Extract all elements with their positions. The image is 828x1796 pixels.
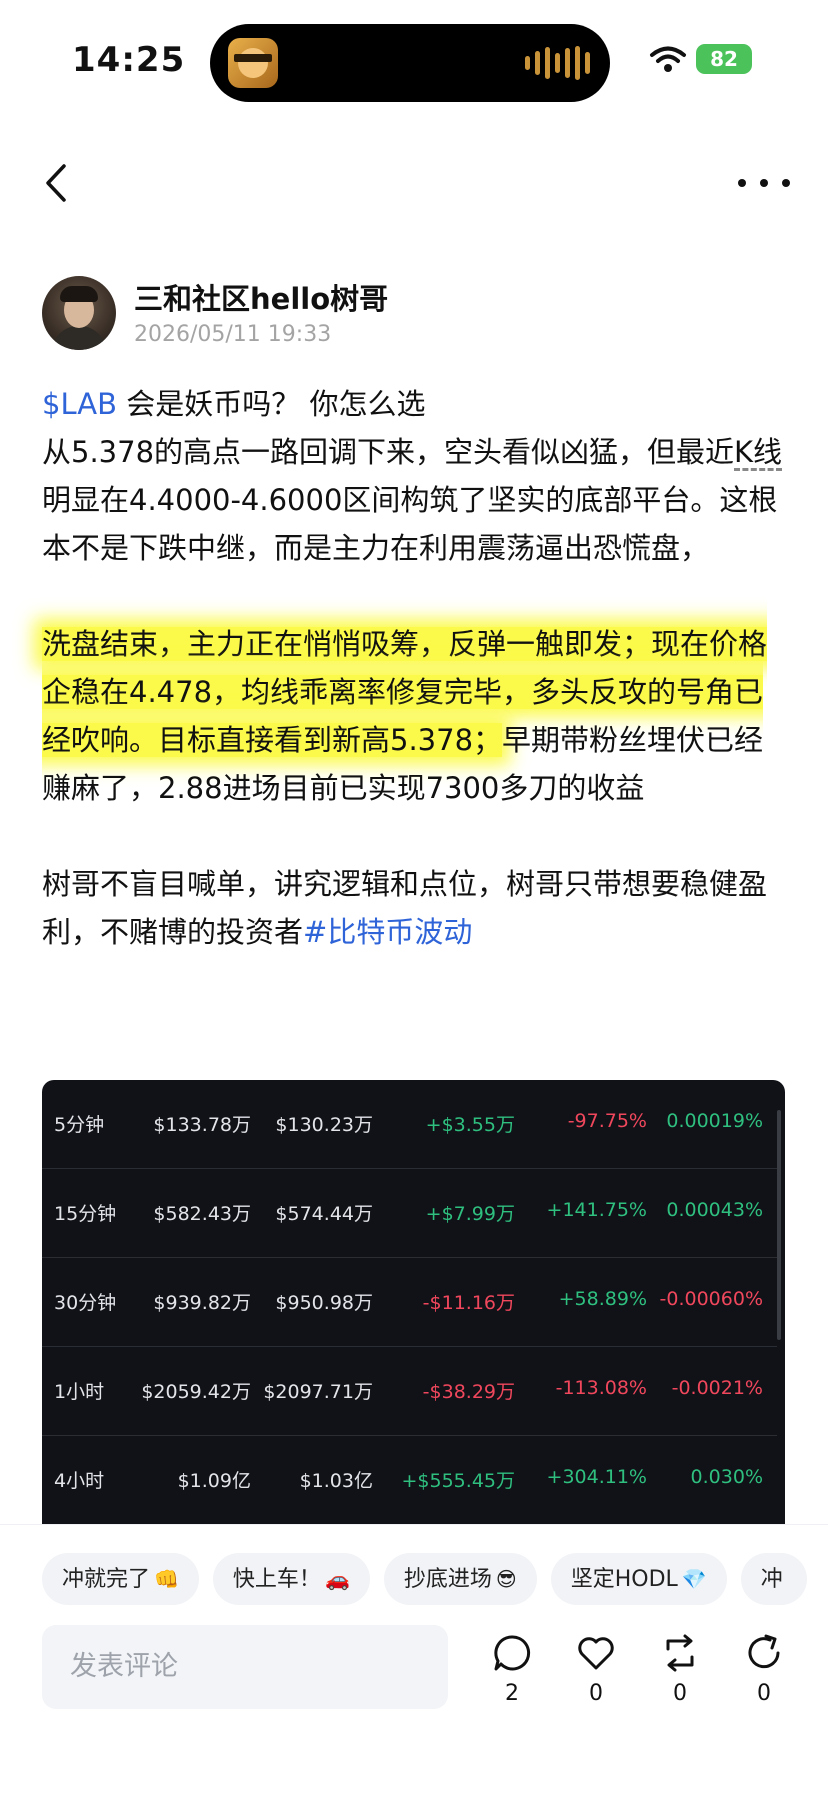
chip-label: 快上车！ xyxy=(232,1567,321,1592)
table-row: 15分钟 $582.43万 $574.44万 +$7.99万 +141.75% 0.000… xyxy=(42,1169,777,1258)
repost-button[interactable]: 0 xyxy=(650,1633,710,1713)
author-avatar[interactable] xyxy=(42,276,116,350)
post-line-1: $LAB 会是妖币吗？ 你怎么选 xyxy=(42,380,792,428)
net-flow-cell: +$7.99万 xyxy=(425,1203,515,1225)
post-image-flow-table[interactable]: 5分钟 $133.78万 $130.23万 +$3.55万 -97.75% 0.00019… xyxy=(42,1080,785,1524)
change-percent-cell: +58.89% xyxy=(558,1288,647,1310)
quick-reply-chips: 冲就完了 👊 快上车！ 🚗 抄底进场 😎 坚定HODL 💎 冲 xyxy=(42,1553,828,1605)
status-time: 14:25 xyxy=(72,40,186,80)
buy-volume-cell: $582.43万 xyxy=(153,1203,251,1225)
like-button[interactable]: 0 xyxy=(566,1633,626,1713)
ratio-cell: 0.030% xyxy=(690,1466,763,1488)
change-percent-cell: +304.11% xyxy=(546,1466,647,1488)
post-paragraph-2: 洗盘结束，主力正在悄悄吸筹，反弹一触即发；现在价格企稳在4.478，均线乖离率修… xyxy=(42,620,792,812)
sell-volume-cell: $130.23万 xyxy=(275,1114,373,1136)
ratio-cell: 0.00043% xyxy=(666,1199,763,1221)
now-playing-album-art xyxy=(228,38,278,88)
buy-volume-cell: $1.09亿 xyxy=(177,1470,251,1492)
audio-wave-icon xyxy=(525,46,590,80)
quick-reply-chip[interactable]: 抄底进场 😎 xyxy=(383,1553,537,1605)
like-count: 0 xyxy=(589,1681,603,1706)
kline-term-link[interactable]: K线 xyxy=(734,435,782,469)
sell-volume-cell: $574.44万 xyxy=(275,1203,373,1225)
post-paragraph-1: 从5.378的高点一路回调下来，空头看似凶猛，但最近K线明显在4.4000-4.… xyxy=(42,428,792,572)
repost-count: 0 xyxy=(673,1681,687,1706)
comment-count: 2 xyxy=(505,1681,519,1706)
chevron-left-icon[interactable] xyxy=(36,158,76,208)
post-timestamp: 2026/05/11 19:33 xyxy=(134,322,332,347)
post-question: 会是妖币吗？ 你怎么选 xyxy=(117,387,426,421)
period-cell: 5分钟 xyxy=(54,1114,105,1136)
chip-emoji: 😎 xyxy=(495,1567,517,1591)
period-cell: 15分钟 xyxy=(54,1203,117,1225)
author-name[interactable]: 三和社区hello树哥 xyxy=(134,276,388,318)
dynamic-island[interactable] xyxy=(210,24,610,102)
chip-emoji: 🚗 xyxy=(324,1567,350,1591)
net-flow-cell: +$3.55万 xyxy=(425,1114,515,1136)
buy-volume-cell: $939.82万 xyxy=(153,1292,251,1314)
post-body: $LAB 会是妖币吗？ 你怎么选 从5.378的高点一路回调下来，空头看似凶猛，… xyxy=(42,380,792,956)
chip-emoji: 👊 xyxy=(154,1567,179,1591)
p1-start: 从5.378的高点一路回调下来，空头看似凶猛，但最近 xyxy=(42,435,735,469)
chip-label: 抄底进场 xyxy=(403,1567,492,1592)
period-cell: 30分钟 xyxy=(54,1292,117,1314)
quick-reply-chip[interactable]: 坚定HODL 💎 xyxy=(550,1553,727,1605)
quick-reply-chip[interactable]: 快上车！ 🚗 xyxy=(212,1553,370,1605)
comment-icon xyxy=(494,1635,531,1671)
table-row: 1小时 $2059.42万 $2097.71万 -$38.29万 -113.08% -0.… xyxy=(42,1347,777,1436)
more-dots-icon[interactable] xyxy=(736,168,792,198)
table-row: 4小时 $1.09亿 $1.03亿 +$555.45万 +304.11% 0.030% xyxy=(42,1436,777,1524)
buy-volume-cell: $133.78万 xyxy=(153,1114,251,1136)
share-count: 0 xyxy=(757,1681,771,1706)
chip-emoji: 💎 xyxy=(681,1567,707,1591)
sell-volume-cell: $2097.71万 xyxy=(263,1381,373,1403)
table-row: 5分钟 $133.78万 $130.23万 +$3.55万 -97.75% 0.00019… xyxy=(42,1080,777,1169)
change-percent-cell: -97.75% xyxy=(567,1110,647,1132)
net-flow-cell: +$555.45万 xyxy=(401,1470,516,1492)
status-bar: 14:25 82 xyxy=(0,0,828,120)
image-scrollbar xyxy=(777,1110,781,1340)
change-percent-cell: +141.75% xyxy=(546,1199,647,1221)
hashtag-link[interactable]: #比特币波动 xyxy=(303,915,472,949)
comment-button[interactable]: 2 xyxy=(482,1633,542,1713)
ratio-cell: 0.00019% xyxy=(666,1110,763,1132)
net-flow-cell: -$38.29万 xyxy=(422,1381,515,1403)
buy-volume-cell: $2059.42万 xyxy=(141,1381,251,1403)
table-row: 30分钟 $939.82万 $950.98万 -$11.16万 +58.89% -0.00… xyxy=(42,1258,777,1347)
chip-label: 坚定HODL xyxy=(570,1567,678,1592)
net-flow-cell: -$11.16万 xyxy=(422,1292,515,1314)
coin-tag-link[interactable]: $LAB xyxy=(42,387,117,421)
chip-label: 冲就完了 xyxy=(62,1567,151,1592)
quick-reply-chip[interactable]: 冲就完了 👊 xyxy=(42,1553,199,1605)
battery-level: 82 xyxy=(710,47,738,71)
wifi-icon xyxy=(650,46,686,72)
chip-label: 冲 xyxy=(760,1567,783,1592)
p1-rest: 明显在4.4000-4.6000区间构筑了坚实的底部平台。这根本不是下跌中继，而… xyxy=(42,483,778,565)
repost-icon xyxy=(666,1634,694,1672)
comment-input[interactable]: 发表评论 xyxy=(42,1625,448,1709)
bottom-action-panel: 冲就完了 👊 快上车！ 🚗 抄底进场 😎 坚定HODL 💎 冲 发表评论 2 0 0 0 xyxy=(0,1524,828,1796)
period-cell: 1小时 xyxy=(54,1381,105,1403)
sell-volume-cell: $950.98万 xyxy=(275,1292,373,1314)
share-button[interactable]: 0 xyxy=(734,1633,794,1713)
battery-icon: 82 xyxy=(696,44,752,74)
share-icon xyxy=(748,1634,780,1669)
ratio-cell: -0.0021% xyxy=(671,1377,763,1399)
heart-icon xyxy=(578,1637,614,1670)
quick-reply-chip[interactable]: 冲 xyxy=(740,1553,807,1605)
ratio-cell: -0.00060% xyxy=(659,1288,763,1310)
change-percent-cell: -113.08% xyxy=(555,1377,647,1399)
period-cell: 4小时 xyxy=(54,1470,105,1492)
post-paragraph-3: 树哥不盲目喊单，讲究逻辑和点位，树哥只带想要稳健盈利，不赌博的投资者#比特币波动 xyxy=(42,860,792,956)
sell-volume-cell: $1.03亿 xyxy=(299,1470,373,1492)
